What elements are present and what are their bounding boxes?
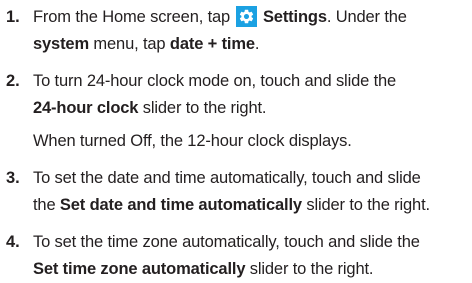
setting-name: Set time zone automatically <box>33 260 246 278</box>
step-line: From the Home screen, tap Settings. Unde… <box>33 4 466 31</box>
step-3: 3. To set the date and time automaticall… <box>2 165 466 219</box>
step-line: To turn 24-hour clock mode on, touch and… <box>33 72 397 90</box>
instruction-page: 1. From the Home screen, tap Settings. U… <box>0 0 472 278</box>
step-text: slider to the right. <box>301 196 430 214</box>
menu-item-name: date + time <box>169 35 255 53</box>
step-number: 1. <box>6 8 20 26</box>
step-text: the <box>33 196 60 214</box>
step-number: 4. <box>6 233 20 251</box>
step-2: 2. To turn 24-hour clock mode on, touch … <box>2 68 466 155</box>
step-note: When turned Off, the 12-hour clock displ… <box>33 132 352 150</box>
step-line: 24-hour clock slider to the right. <box>33 95 466 122</box>
step-text: From the Home screen, tap <box>33 8 231 26</box>
step-body: To set the date and time automatically, … <box>33 165 466 219</box>
step-text: . Under the <box>326 8 407 26</box>
step-4: 4. To set the time zone automatically, t… <box>2 229 466 283</box>
step-text: menu, tap <box>88 35 170 53</box>
menu-name: system <box>33 35 89 53</box>
step-body: To set the time zone automatically, touc… <box>33 229 466 283</box>
setting-name: Set date and time automatically <box>59 196 302 214</box>
step-line: system menu, tap date + time. <box>33 31 466 58</box>
step-line: To set the date and time automatically, … <box>33 169 421 187</box>
setting-name: 24-hour clock <box>33 99 139 117</box>
step-text: slider to the right. <box>138 99 267 117</box>
step-list: 1. From the Home screen, tap Settings. U… <box>2 4 466 283</box>
step-line: the Set date and time automatically slid… <box>33 192 466 219</box>
step-1: 1. From the Home screen, tap Settings. U… <box>2 4 466 58</box>
step-text: . <box>254 35 260 53</box>
step-line: To set the time zone automatically, touc… <box>33 233 420 251</box>
step-body: From the Home screen, tap Settings. Unde… <box>33 4 466 58</box>
step-number: 3. <box>6 169 20 187</box>
step-line: Set time zone automatically slider to th… <box>33 256 466 283</box>
step-number: 2. <box>6 72 20 90</box>
settings-label: Settings <box>262 8 327 26</box>
step-text: slider to the right. <box>245 260 374 278</box>
gear-icon <box>235 6 257 27</box>
step-body: To turn 24-hour clock mode on, touch and… <box>33 68 466 155</box>
